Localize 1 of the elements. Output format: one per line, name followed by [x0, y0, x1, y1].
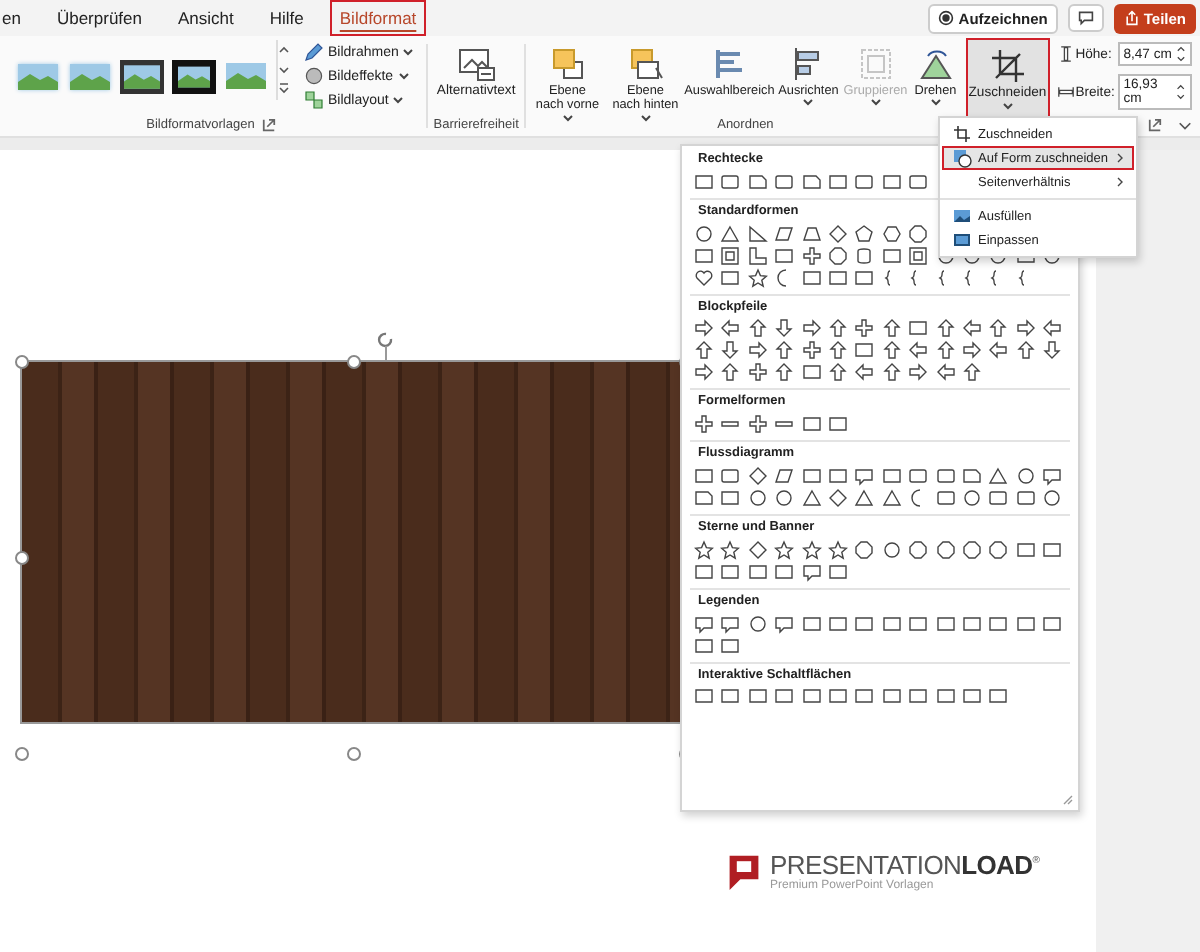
logo-wordmark: PRESENTATIONLOAD$^{®}$	[770, 850, 1040, 880]
